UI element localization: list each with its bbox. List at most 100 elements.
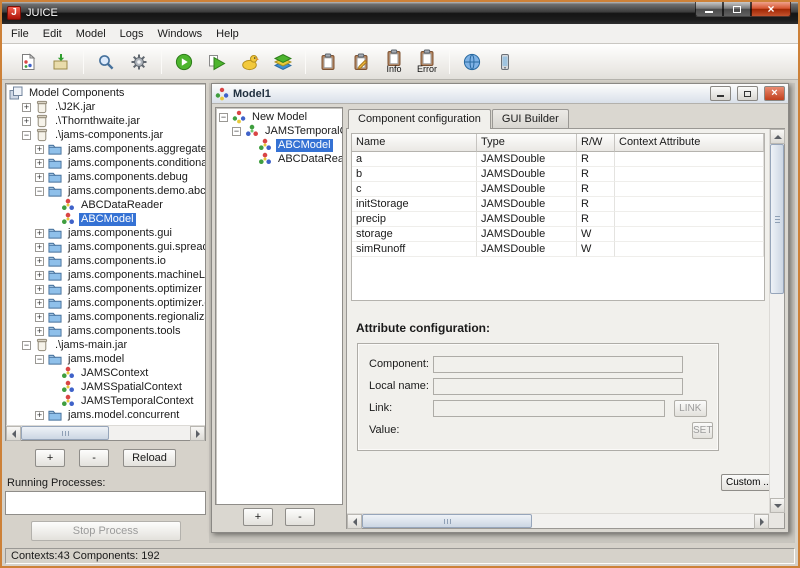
link-button[interactable]: LINK bbox=[674, 400, 707, 417]
tree-item-jams-components-optimizer[interactable]: +jams.components.optimizer bbox=[6, 282, 205, 296]
frame-maximize-button[interactable] bbox=[737, 86, 758, 101]
collapse-toggle-icon[interactable]: − bbox=[22, 341, 31, 350]
tree-item-model-components[interactable]: Model Components bbox=[6, 86, 205, 100]
info-log-button[interactable]: Info bbox=[379, 47, 409, 77]
scroll-up-button[interactable] bbox=[770, 129, 785, 144]
local-name-field[interactable] bbox=[433, 378, 683, 395]
remove-jar-button[interactable]: - bbox=[79, 449, 109, 467]
scrollbar-thumb[interactable] bbox=[362, 514, 532, 528]
expand-toggle-icon[interactable]: + bbox=[35, 411, 44, 420]
edit-log-button[interactable] bbox=[346, 47, 376, 77]
menu-windows[interactable]: Windows bbox=[151, 24, 210, 43]
collapse-toggle-icon[interactable]: − bbox=[219, 113, 228, 122]
expand-toggle-icon[interactable]: + bbox=[22, 103, 31, 112]
tree-item-jamscontext[interactable]: JAMSContext bbox=[6, 366, 205, 380]
expand-toggle-icon[interactable]: + bbox=[35, 271, 44, 280]
expand-toggle-icon[interactable]: + bbox=[35, 159, 44, 168]
scroll-left-button[interactable] bbox=[347, 514, 362, 529]
tree-item-jams-main-jar[interactable]: −.\jams-main.jar bbox=[6, 338, 205, 352]
model-log-button[interactable] bbox=[313, 47, 343, 77]
column-header-r-w[interactable]: R/W bbox=[577, 134, 615, 152]
add-jar-button[interactable]: + bbox=[35, 449, 65, 467]
model-add-button[interactable]: + bbox=[243, 508, 273, 526]
tree-item-jams-components-conditional[interactable]: +jams.components.conditional bbox=[6, 156, 205, 170]
run-model-from-file-button[interactable] bbox=[202, 47, 232, 77]
scroll-right-button[interactable] bbox=[190, 426, 205, 441]
tree-item-j2k-jar[interactable]: +.\J2K.jar bbox=[6, 100, 205, 114]
window-minimize-button[interactable] bbox=[695, 2, 723, 17]
expand-toggle-icon[interactable]: + bbox=[35, 173, 44, 182]
expand-toggle-icon[interactable]: + bbox=[35, 145, 44, 154]
tree-item-jams-components-gui[interactable]: +jams.components.gui bbox=[6, 226, 205, 240]
table-row-a[interactable]: aJAMSDoubleR bbox=[352, 152, 764, 167]
gis-layers-button[interactable] bbox=[268, 47, 298, 77]
device-button[interactable] bbox=[490, 47, 520, 77]
expand-toggle-icon[interactable]: + bbox=[35, 285, 44, 294]
scroll-down-button[interactable] bbox=[770, 498, 785, 513]
settings-button[interactable] bbox=[124, 47, 154, 77]
column-header-context-attribute[interactable]: Context Attribute bbox=[615, 134, 764, 152]
tree-item-jams-components-gui-spreadsheet[interactable]: +jams.components.gui.spreadsheet bbox=[6, 240, 205, 254]
expand-toggle-icon[interactable]: + bbox=[35, 243, 44, 252]
tree-item-jams-model-concurrent[interactable]: +jams.model.concurrent bbox=[6, 408, 205, 422]
tab-component-configuration[interactable]: Component configuration bbox=[348, 109, 491, 129]
tree-item-jams-model[interactable]: −jams.model bbox=[6, 352, 205, 366]
tree-item-jams-components-tools[interactable]: +jams.components.tools bbox=[6, 324, 205, 338]
menu-model[interactable]: Model bbox=[69, 24, 113, 43]
column-header-type[interactable]: Type bbox=[477, 134, 577, 152]
tab-gui-builder[interactable]: GUI Builder bbox=[492, 109, 569, 128]
error-log-button[interactable]: Error bbox=[412, 47, 442, 77]
scrollbar-thumb[interactable] bbox=[770, 144, 784, 294]
scrollbar-track[interactable] bbox=[770, 144, 784, 498]
juice-bird-button[interactable] bbox=[235, 47, 265, 77]
column-header-name[interactable]: Name bbox=[352, 134, 477, 152]
configuration-horizontal-scrollbar[interactable] bbox=[347, 513, 769, 528]
menu-logs[interactable]: Logs bbox=[113, 24, 151, 43]
collapse-toggle-icon[interactable]: − bbox=[22, 131, 31, 140]
collapse-toggle-icon[interactable]: − bbox=[35, 187, 44, 196]
scroll-right-button[interactable] bbox=[754, 514, 769, 529]
expand-toggle-icon[interactable]: + bbox=[35, 299, 44, 308]
table-row-storage[interactable]: storageJAMSDoubleW bbox=[352, 227, 764, 242]
new-model-button[interactable] bbox=[13, 47, 43, 77]
tree-item-jams-components-optimizer-gradient[interactable]: +jams.components.optimizer.gradient bbox=[6, 296, 205, 310]
expand-toggle-icon[interactable]: + bbox=[35, 313, 44, 322]
tree-item-abcmodel[interactable]: ABCModel bbox=[6, 212, 205, 226]
tree-item-abcdatareader[interactable]: ABCDataReader bbox=[6, 198, 205, 212]
set-button[interactable]: SET bbox=[692, 422, 713, 439]
run-model-button[interactable] bbox=[169, 47, 199, 77]
reload-button[interactable]: Reload bbox=[123, 449, 176, 467]
collapse-toggle-icon[interactable]: − bbox=[232, 127, 241, 136]
model-frame-titlebar[interactable]: Model1 × bbox=[212, 84, 788, 104]
table-row-precip[interactable]: precipJAMSDoubleR bbox=[352, 212, 764, 227]
tree-item-jams-components-jar[interactable]: −.\jams-components.jar bbox=[6, 128, 205, 142]
window-titlebar[interactable]: J JUICE × bbox=[2, 2, 798, 24]
table-row-c[interactable]: cJAMSDoubleR bbox=[352, 182, 764, 197]
window-maximize-button[interactable] bbox=[723, 2, 751, 17]
menu-help[interactable]: Help bbox=[209, 24, 246, 43]
expand-toggle-icon[interactable]: + bbox=[35, 327, 44, 336]
tree-item-jams-components-demo-abc[interactable]: −jams.components.demo.abc bbox=[6, 184, 205, 198]
scrollbar-thumb[interactable] bbox=[21, 426, 109, 440]
model-remove-button[interactable]: - bbox=[285, 508, 315, 526]
online-help-button[interactable] bbox=[457, 47, 487, 77]
scroll-left-button[interactable] bbox=[6, 426, 21, 441]
link-field[interactable] bbox=[433, 400, 665, 417]
tree-item-jams-components-debug[interactable]: +jams.components.debug bbox=[6, 170, 205, 184]
custom-attribute-button[interactable]: Custom ... bbox=[721, 474, 769, 491]
collapse-toggle-icon[interactable]: − bbox=[35, 355, 44, 364]
configuration-vertical-scrollbar[interactable] bbox=[769, 129, 784, 513]
tree-item-abcdatareader[interactable]: ABCDataReader bbox=[216, 152, 342, 166]
tree-item-jams-components-aggregate[interactable]: +jams.components.aggregate bbox=[6, 142, 205, 156]
frame-close-button[interactable]: × bbox=[764, 86, 785, 101]
tree-item-jamsspatialcontext[interactable]: JAMSSpatialContext bbox=[6, 380, 205, 394]
scrollbar-track[interactable] bbox=[21, 426, 190, 440]
component-field[interactable] bbox=[433, 356, 683, 373]
table-row-initstorage[interactable]: initStorageJAMSDoubleR bbox=[352, 197, 764, 212]
tree-item-jamstemporalcontext[interactable]: JAMSTemporalContext bbox=[6, 394, 205, 408]
menu-edit[interactable]: Edit bbox=[36, 24, 69, 43]
load-model-button[interactable] bbox=[46, 47, 76, 77]
expand-toggle-icon[interactable]: + bbox=[35, 257, 44, 266]
tree-item-jams-components-machinelearning[interactable]: +jams.components.machineLearning bbox=[6, 268, 205, 282]
expand-toggle-icon[interactable]: + bbox=[35, 229, 44, 238]
